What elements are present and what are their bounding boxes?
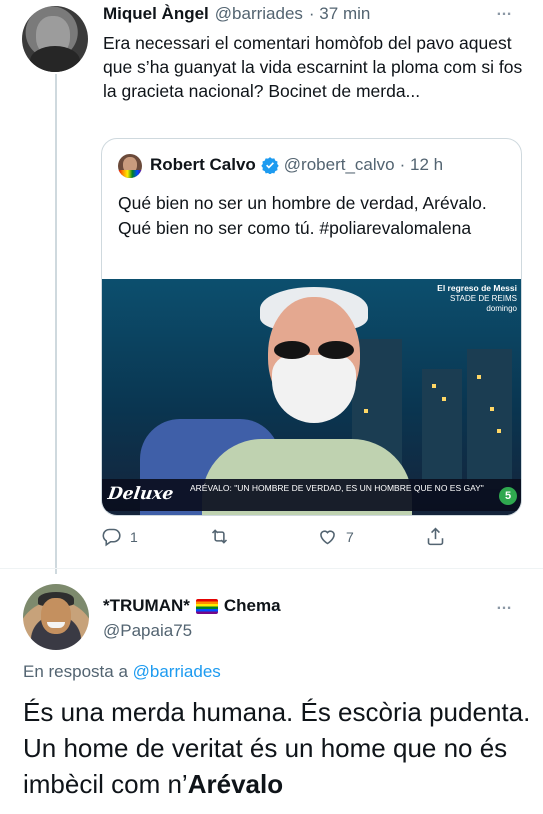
tweet-header: Miquel Àngel @barriades · 37 min <box>103 4 370 24</box>
quoted-header: Robert Calvo @robert_calvo · 12 h <box>150 155 443 175</box>
replying-to-label: En resposta a <box>23 662 128 681</box>
quoted-time: · 12 h <box>399 155 444 174</box>
quoted-avatar <box>118 154 142 178</box>
promo-subtitle: STADE DE REIMS <box>450 294 517 303</box>
reply-button[interactable]: 1 <box>101 526 138 547</box>
promo-day: domingo <box>486 304 517 313</box>
retweet-icon <box>211 529 228 544</box>
more-options-icon[interactable]: … <box>496 596 513 614</box>
rainbow-flag-icon <box>195 598 218 614</box>
reply-author-name[interactable]: *TRUMAN* Chema <box>103 596 281 616</box>
avatar-shoulders <box>30 46 80 72</box>
window-light <box>432 384 436 388</box>
author-name[interactable]: Miquel Àngel <box>103 4 209 24</box>
quoted-text: Qué bien no ser un hombre de verdad, Aré… <box>118 193 487 238</box>
thread-connector-line <box>55 74 57 574</box>
author-handle[interactable]: @barriades <box>215 4 303 24</box>
reply-author-name-text: *TRUMAN* <box>103 596 190 615</box>
quoted-author-name: Robert Calvo <box>150 155 256 174</box>
window-light <box>364 409 368 413</box>
reply-text: És una merda humana. És escòria pudenta.… <box>23 694 533 802</box>
quoted-author-handle: @robert_calvo <box>283 155 395 174</box>
reply-icon <box>102 528 121 547</box>
reply-author-handle[interactable]: @Papaia75 <box>103 621 192 641</box>
background-building <box>467 349 512 489</box>
share-button[interactable] <box>425 526 454 547</box>
avatar-face <box>41 598 71 634</box>
divider <box>0 568 543 569</box>
channel-logo: 5 <box>499 487 517 505</box>
person-beard <box>272 355 356 423</box>
reply-author-name-suffix: Chema <box>223 596 281 615</box>
window-light <box>497 429 501 433</box>
like-count: 7 <box>346 528 354 545</box>
window-light <box>442 397 446 401</box>
more-options-icon[interactable]: … <box>496 2 513 20</box>
window-light <box>490 407 494 411</box>
retweet-button[interactable] <box>209 526 238 547</box>
window-light <box>477 375 481 379</box>
show-logo: Deluxe <box>106 484 175 504</box>
tv-lower-third: Deluxe ARÉVALO: "UN HOMBRE DE VERDAD, ES… <box>102 479 521 511</box>
promo-title: El regreso de Messi <box>437 283 517 293</box>
sunglasses <box>274 341 356 359</box>
background-building <box>422 369 462 489</box>
replying-to: En resposta a @barriades <box>23 662 221 682</box>
tweet-actions: 1 7 <box>101 526 451 550</box>
promo-overlay: El regreso de Messi STADE DE REIMS domin… <box>417 283 517 314</box>
tweet-time[interactable]: · 37 min <box>309 4 370 24</box>
quoted-media-image[interactable]: El regreso de Messi STADE DE REIMS domin… <box>102 279 521 515</box>
tweet-text: Era necessari el comentari homòfob del p… <box>103 33 523 101</box>
reply-count: 1 <box>130 528 138 545</box>
share-icon <box>427 527 444 546</box>
reply-text-bold: Arévalo <box>187 769 284 799</box>
quoted-tweet[interactable]: Robert Calvo @robert_calvo · 12 h Qué bi… <box>101 138 522 516</box>
rainbow-band <box>118 170 142 178</box>
verified-badge-icon <box>261 157 279 174</box>
avatar[interactable] <box>22 6 88 72</box>
reply-avatar[interactable] <box>23 584 89 650</box>
replying-to-handle-link[interactable]: @barriades <box>133 662 221 681</box>
tv-caption: ARÉVALO: "UN HOMBRE DE VERDAD, ES UN HOM… <box>190 483 484 493</box>
heart-icon <box>320 530 335 545</box>
like-button[interactable]: 7 <box>317 526 354 547</box>
